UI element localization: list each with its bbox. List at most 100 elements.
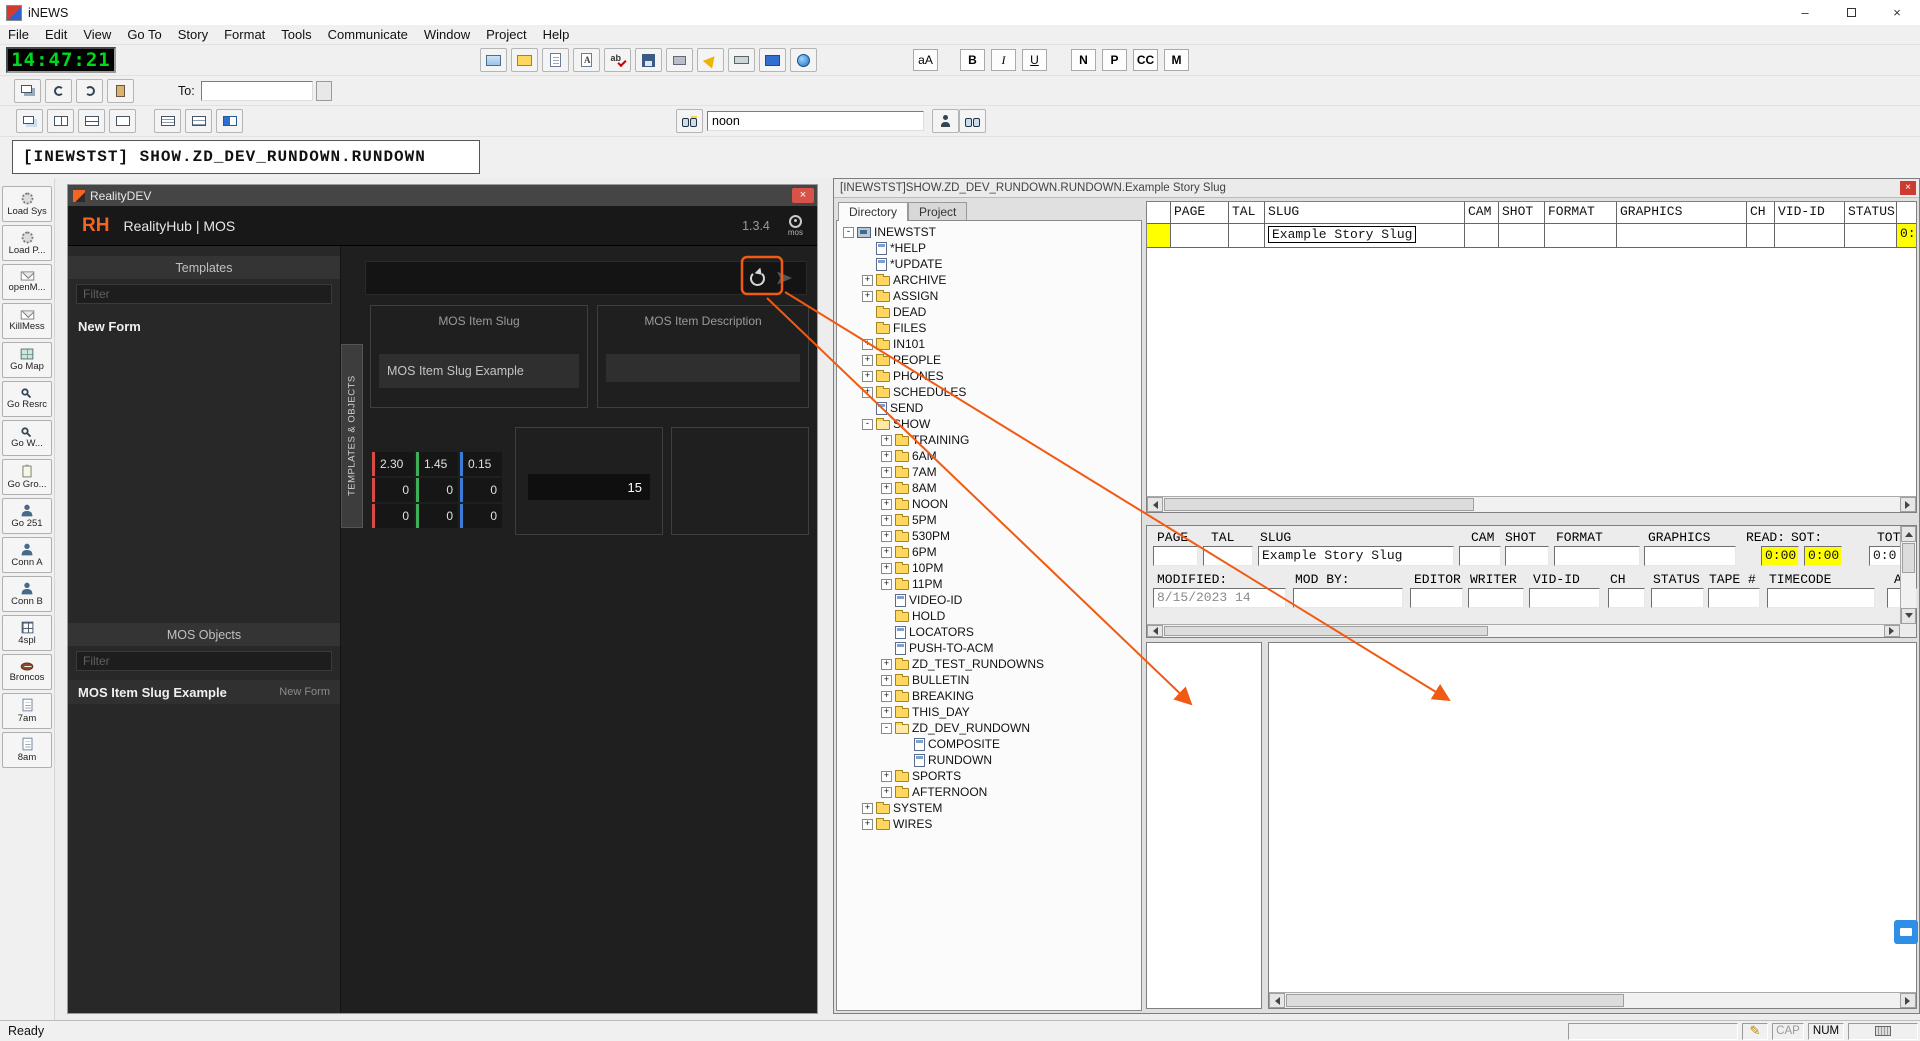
tree-item-afternoon[interactable]: +AFTERNOON (837, 784, 1141, 800)
doc-button[interactable] (542, 48, 569, 72)
tree-item-inewstst[interactable]: -INEWSTST (837, 224, 1141, 240)
tree-item-7am[interactable]: +7AM (837, 464, 1141, 480)
directory-tab[interactable]: Directory (838, 202, 908, 221)
rundown-column-header[interactable]: CH (1747, 202, 1775, 224)
tree-item-11pm[interactable]: +11PM (837, 576, 1141, 592)
scroll-left-icon[interactable] (1147, 497, 1163, 512)
float-button[interactable] (14, 79, 41, 103)
tree-item-bulletin[interactable]: +BULLETIN (837, 672, 1141, 688)
objects-filter-input[interactable] (76, 651, 332, 671)
tree-item-files[interactable]: FILES (837, 320, 1141, 336)
expand-icon[interactable]: + (881, 499, 892, 510)
collapse-icon[interactable]: - (862, 419, 873, 430)
pane-button[interactable] (109, 109, 136, 133)
expand-icon[interactable]: + (862, 275, 873, 286)
rows2-button[interactable] (185, 109, 212, 133)
form-field-tal[interactable] (1203, 546, 1253, 566)
rundown-row[interactable]: Example Story Slug 0:0 (1147, 224, 1916, 248)
menu-item[interactable]: View (75, 26, 119, 43)
save-button[interactable] (635, 48, 662, 72)
minimize-button[interactable]: – (1782, 0, 1828, 25)
rundown-column-header[interactable]: FORMAT (1545, 202, 1617, 224)
form-field-timecode[interactable] (1767, 588, 1875, 608)
rundown-column-header[interactable]: CAM (1465, 202, 1499, 224)
address-split-button[interactable] (316, 81, 332, 101)
menu-item[interactable]: Format (216, 26, 273, 43)
presenter-button[interactable]: P (1102, 49, 1127, 71)
scroll-left-icon[interactable] (1147, 625, 1163, 637)
tree-item-530pm[interactable]: +530PM (837, 528, 1141, 544)
rundown-empty-area[interactable] (1147, 248, 1916, 496)
realitydev-close-icon[interactable]: × (792, 188, 814, 203)
tree-item-assign[interactable]: +ASSIGN (837, 288, 1141, 304)
expand-icon[interactable]: + (862, 355, 873, 366)
find-button[interactable] (959, 109, 986, 133)
form-field-tape[interactable] (1708, 588, 1760, 608)
rundown-window-titlebar[interactable]: [INEWSTST]SHOW.ZD_DEV_RUNDOWN.RUNDOWN.Ex… (834, 179, 1919, 198)
menu-item[interactable]: Window (416, 26, 478, 43)
expand-icon[interactable]: + (881, 435, 892, 446)
tree-item-noon[interactable]: +NOON (837, 496, 1141, 512)
transform-cell[interactable]: 0 (372, 478, 414, 502)
form-side-panel[interactable] (1146, 642, 1262, 1009)
cascade-button[interactable] (16, 109, 43, 133)
exit-button[interactable] (107, 79, 134, 103)
form-field-mod-by[interactable] (1293, 588, 1403, 608)
tree-item-sports[interactable]: +SPORTS (837, 768, 1141, 784)
scroll-right-icon[interactable] (1900, 497, 1916, 512)
sidebar-button[interactable]: 7am (2, 693, 52, 729)
form-field-ch[interactable] (1608, 588, 1645, 608)
rundown-column-header[interactable]: SHOT (1499, 202, 1545, 224)
tree-item-zd-dev-rundown[interactable]: -ZD_DEV_RUNDOWN (837, 720, 1141, 736)
rundown-close-icon[interactable]: × (1900, 181, 1916, 195)
sidebar-button[interactable]: Go W... (2, 420, 52, 456)
slug-cell[interactable]: Example Story Slug (1265, 224, 1465, 248)
tree-item-wires[interactable]: +WIRES (837, 816, 1141, 832)
find-story-button[interactable] (676, 109, 703, 133)
tree-item-video-id[interactable]: VIDEO-ID (837, 592, 1141, 608)
transform-cell[interactable]: 1.45 (416, 452, 458, 476)
transform-cell[interactable]: 0 (460, 478, 502, 502)
sidebar-button[interactable]: Broncos (2, 654, 52, 690)
templates-filter-input[interactable] (76, 284, 332, 304)
scroll-right-icon[interactable] (1884, 625, 1900, 637)
expand-icon[interactable]: + (881, 515, 892, 526)
templates-objects-tab[interactable]: TEMPLATES & OBJECTS (341, 344, 363, 528)
scroll-left-icon[interactable] (1269, 993, 1285, 1008)
globe-button[interactable] (790, 48, 817, 72)
monitor-button[interactable] (480, 48, 507, 72)
form-field-page[interactable] (1153, 546, 1198, 566)
transform-cell[interactable]: 0 (416, 504, 458, 528)
tree-item-5pm[interactable]: +5PM (837, 512, 1141, 528)
normal-button[interactable]: N (1071, 49, 1096, 71)
form-field-vid-id[interactable] (1529, 588, 1600, 608)
rundown-column-header[interactable]: PAGE (1171, 202, 1229, 224)
sidebar-button[interactable]: Go Gro... (2, 459, 52, 495)
machine-control-button[interactable]: M (1164, 49, 1189, 71)
mos-object-item[interactable]: MOS Item Slug Example New Form (68, 680, 340, 704)
expand-icon[interactable]: + (862, 387, 873, 398)
story-body-panel[interactable] (1268, 642, 1917, 1009)
sidebar-button[interactable]: Load Sys (2, 186, 52, 222)
expand-icon[interactable]: + (881, 579, 892, 590)
tree-item-hold[interactable]: HOLD (837, 608, 1141, 624)
menu-item[interactable]: Communicate (320, 26, 416, 43)
tree-item-push-to-acm[interactable]: PUSH-TO-ACM (837, 640, 1141, 656)
format-cell[interactable] (1545, 224, 1617, 248)
sidebar-button[interactable]: Go Map (2, 342, 52, 378)
scroll-up-icon[interactable] (1901, 526, 1916, 542)
expand-icon[interactable]: + (881, 771, 892, 782)
tree-item-composite[interactable]: COMPOSITE (837, 736, 1141, 752)
expand-icon[interactable]: + (881, 787, 892, 798)
menu-item[interactable]: Tools (273, 26, 319, 43)
expand-icon[interactable]: + (881, 531, 892, 542)
story-hscrollbar[interactable] (1269, 992, 1916, 1008)
tree-item-system[interactable]: +SYSTEM (837, 800, 1141, 816)
menu-item[interactable]: File (0, 26, 37, 43)
mos-item-description-input[interactable] (606, 354, 800, 382)
tal-cell[interactable] (1229, 224, 1265, 248)
sidebar-button[interactable]: Load P... (2, 225, 52, 261)
tree-item-archive[interactable]: +ARCHIVE (837, 272, 1141, 288)
rows-button[interactable] (154, 109, 181, 133)
template-item[interactable]: New Form (68, 314, 340, 338)
